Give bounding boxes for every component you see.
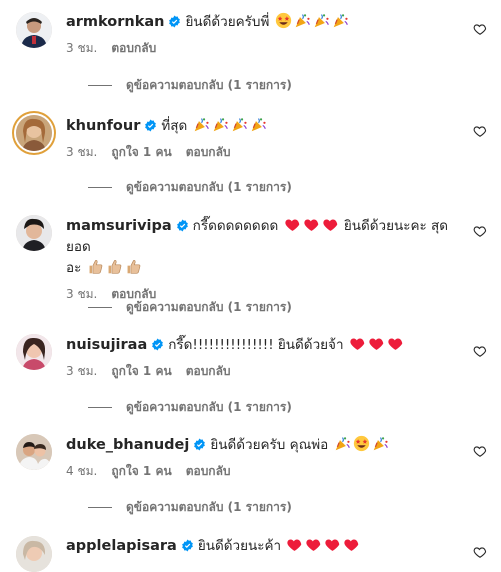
reply-button[interactable]: ตอบกลับ	[186, 464, 231, 478]
avatar[interactable]	[16, 334, 52, 370]
comment-time: 3 ชม.	[66, 145, 98, 159]
emoji-row	[328, 435, 389, 453]
avatar[interactable]	[16, 215, 52, 251]
red-heart-icon	[284, 219, 299, 231]
red-heart-icon	[344, 539, 359, 551]
username[interactable]: khunfour	[66, 118, 140, 134]
likes-count[interactable]: ถูกใจ 1 คน	[111, 464, 171, 478]
reply-button[interactable]: ตอบกลับ	[111, 41, 156, 55]
verified-badge-icon	[145, 119, 157, 132]
party-popper-icon	[295, 14, 310, 28]
comment-text: ยินดีด้วยครับพี่	[185, 14, 270, 30]
comment-text: ที่สุด	[161, 118, 188, 134]
comment-text: กรี๊ด!!!!!!!!!!!!!!! ยินดีด้วยจ้า	[168, 337, 344, 353]
party-popper-icon	[194, 118, 209, 132]
username[interactable]: nuisujiraa	[66, 337, 147, 353]
red-heart-icon	[306, 539, 321, 551]
avatar[interactable]	[16, 434, 52, 470]
red-heart-icon	[350, 338, 365, 350]
red-heart-icon	[287, 539, 302, 551]
verified-badge-icon	[169, 15, 181, 28]
verified-badge-icon	[181, 539, 193, 552]
star-eyes-emoji-icon	[353, 435, 369, 452]
red-heart-icon	[325, 539, 340, 551]
likes-count[interactable]: ถูกใจ 1 คน	[111, 145, 171, 159]
party-popper-icon	[213, 118, 228, 132]
like-heart-icon[interactable]	[473, 545, 487, 559]
comment-time: 3 ชม.	[66, 41, 98, 55]
username[interactable]: armkornkan	[66, 14, 164, 30]
red-heart-icon	[303, 219, 318, 231]
emoji-row	[269, 12, 349, 30]
view-replies-button[interactable]: ดูข้อความตอบกลับ (1 รายการ)	[88, 178, 292, 197]
like-heart-icon[interactable]	[473, 344, 487, 358]
avatar[interactable]	[16, 115, 52, 151]
star-eyes-emoji-icon	[275, 12, 291, 29]
emoji-row	[344, 337, 405, 353]
emoji-row	[187, 118, 267, 134]
like-heart-icon[interactable]	[473, 224, 487, 238]
like-heart-icon[interactable]	[473, 124, 487, 138]
party-popper-icon	[314, 14, 329, 28]
view-replies-button[interactable]: ดูข้อความตอบกลับ (1 รายการ)	[88, 498, 292, 517]
party-popper-icon	[251, 118, 266, 132]
username[interactable]: applelapisara	[66, 538, 177, 554]
avatar[interactable]	[16, 12, 52, 48]
verified-badge-icon	[152, 338, 164, 351]
thumbs-up-icon	[108, 260, 121, 274]
comment-time: 4 ชม.	[66, 464, 98, 478]
emoji-row	[281, 538, 361, 554]
emoji-row	[278, 218, 344, 234]
party-popper-icon	[335, 437, 350, 451]
view-replies-button[interactable]: ดูข้อความตอบกลับ (1 รายการ)	[88, 298, 292, 317]
view-replies-button[interactable]: ดูข้อความตอบกลับ (1 รายการ)	[88, 398, 292, 417]
red-heart-icon	[322, 219, 337, 231]
username[interactable]: mamsurivipa	[66, 218, 172, 234]
reply-button[interactable]: ตอบกลับ	[186, 145, 231, 159]
party-popper-icon	[232, 118, 247, 132]
emoji-row	[81, 260, 142, 276]
comment-text-continued: อะ	[66, 260, 82, 276]
view-replies-button[interactable]: ดูข้อความตอบกลับ (1 รายการ)	[88, 76, 292, 95]
red-heart-icon	[369, 338, 384, 350]
avatar[interactable]	[16, 536, 52, 572]
thumbs-up-icon	[89, 260, 102, 274]
thumbs-up-icon	[127, 260, 140, 274]
username[interactable]: duke_bhanudej	[66, 437, 189, 453]
likes-count[interactable]: ถูกใจ 1 คน	[111, 364, 171, 378]
verified-badge-icon	[194, 438, 206, 451]
comment-text: กรี๊ดดดดดดดด	[192, 218, 279, 234]
verified-badge-icon	[176, 219, 188, 232]
reply-button[interactable]: ตอบกลับ	[186, 364, 231, 378]
comment-text: ยินดีด้วยครับ คุณพ่อ	[210, 437, 329, 453]
like-heart-icon[interactable]	[473, 444, 487, 458]
party-popper-icon	[333, 14, 348, 28]
comment-time: 3 ชม.	[66, 364, 98, 378]
like-heart-icon[interactable]	[473, 22, 487, 36]
red-heart-icon	[388, 338, 403, 350]
party-popper-icon	[373, 437, 388, 451]
comment-text: ยินดีด้วยนะค้า	[197, 538, 282, 554]
